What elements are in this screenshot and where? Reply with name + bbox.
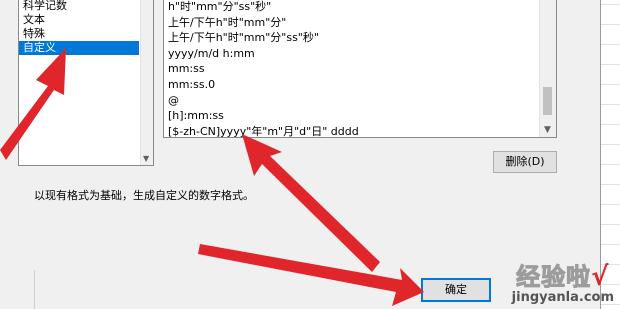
scrollbar-thumb[interactable] <box>543 87 552 115</box>
category-item-selected[interactable]: 自定义 <box>19 41 139 55</box>
format-scrollbar[interactable]: ▼ <box>539 0 556 137</box>
divider <box>34 270 35 309</box>
format-item[interactable]: h"时"mm"分"ss"秒" <box>164 0 538 15</box>
format-item[interactable]: yyyy/m/d h:mm <box>164 46 538 62</box>
ok-button[interactable]: 确定 <box>421 278 491 302</box>
watermark: 经验啦√ jingyanla.com <box>512 257 614 305</box>
scroll-down-icon[interactable]: ▼ <box>544 125 551 135</box>
category-item[interactable]: 文本 <box>19 13 139 27</box>
watermark-title: 经验啦√ <box>512 257 614 292</box>
category-item[interactable]: 科学记数 <box>19 0 139 13</box>
format-item[interactable]: [$-zh-CN]yyyy"年"m"月"d"日" dddd <box>164 124 538 137</box>
watermark-url: jingyanla.com <box>511 290 614 305</box>
format-description: 以现有格式为基础，生成自定义的数字格式。 <box>34 189 254 202</box>
format-type-list[interactable]: h"时"mm"分"ss"秒" 上午/下午h"时"mm"分" 上午/下午h"时"m… <box>163 0 557 138</box>
category-scrollbar[interactable]: ▼ <box>140 0 153 165</box>
format-item[interactable]: 上午/下午h"时"mm"分" <box>164 15 538 31</box>
format-item[interactable]: [h]:mm:ss <box>164 108 538 124</box>
watermark-text: 经验啦 <box>516 263 592 292</box>
category-item[interactable]: 特殊 <box>19 27 139 41</box>
format-item[interactable]: mm:ss.0 <box>164 77 538 93</box>
category-list[interactable]: 科学记数 文本 特殊 自定义 ▼ <box>18 0 154 166</box>
delete-button[interactable]: 删除(D) <box>493 151 557 173</box>
check-icon: √ <box>591 262 610 292</box>
format-item[interactable]: @ <box>164 93 538 109</box>
format-item[interactable]: 上午/下午h"时"mm"分"ss"秒" <box>164 30 538 46</box>
scroll-down-icon[interactable]: ▼ <box>143 154 149 163</box>
format-item[interactable]: mm:ss <box>164 61 538 77</box>
